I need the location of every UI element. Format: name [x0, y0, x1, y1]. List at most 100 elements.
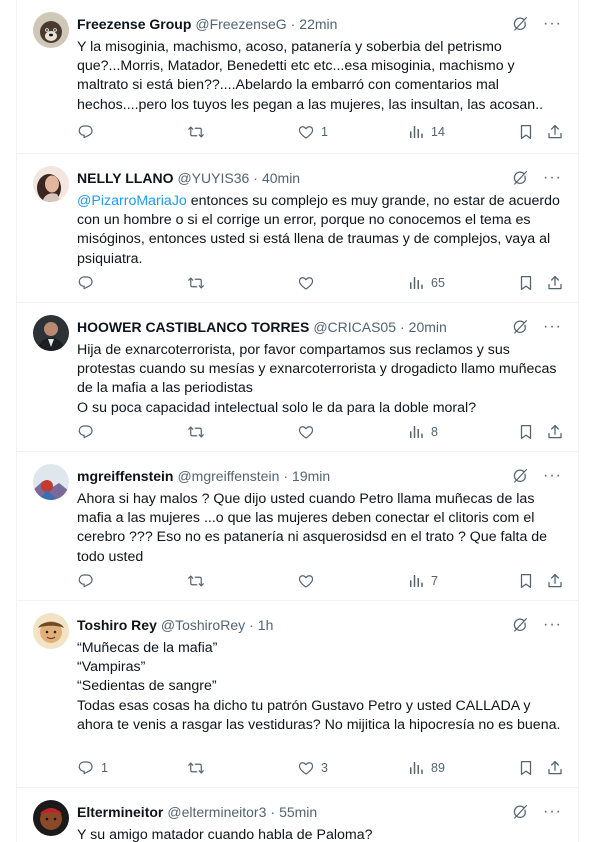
author-name[interactable]: Freezense Group [77, 16, 191, 32]
like-button[interactable]: 3 [297, 758, 328, 778]
reply-icon [78, 276, 93, 290]
tweet[interactable]: HOOWER CASTIBLANCO TORRES @CRICAS05 · 20… [17, 303, 578, 452]
author-handle[interactable]: @mgreiffenstein [177, 468, 279, 484]
grok-icon[interactable] [511, 15, 529, 33]
views-button[interactable]: 8 [407, 422, 438, 442]
retweet-button[interactable] [187, 122, 211, 142]
bookmark-icon [520, 275, 532, 291]
more-icon[interactable]: ··· [543, 319, 562, 335]
author-handle[interactable]: @CRICAS05 [313, 319, 396, 335]
bookmark-button[interactable] [517, 122, 535, 142]
more-icon[interactable]: ··· [543, 804, 562, 820]
separator: · [400, 319, 405, 335]
avatar[interactable] [33, 12, 69, 48]
share-button[interactable] [546, 122, 564, 142]
like-button[interactable]: 1 [297, 122, 328, 142]
bookmark-button[interactable] [517, 273, 535, 293]
timestamp[interactable]: 19min [292, 468, 330, 484]
author-name[interactable]: mgreiffenstein [77, 468, 173, 484]
reply-button[interactable] [77, 422, 101, 442]
reply-feed: Freezense Group @FreezenseG · 22min ··· … [16, 0, 579, 842]
grok-icon[interactable] [511, 803, 529, 821]
tweet[interactable]: Toshiro Rey @ToshiroRey · 1h ··· “Muñeca… [17, 601, 578, 788]
avatar[interactable] [33, 166, 69, 202]
tweet[interactable]: mgreiffenstein @mgreiffenstein · 19min ·… [17, 452, 578, 601]
bookmark-button[interactable] [517, 422, 535, 442]
views-icon [410, 277, 423, 289]
heart-icon [298, 426, 314, 439]
views-icon [410, 575, 423, 587]
timestamp[interactable]: 22min [299, 16, 337, 32]
like-button[interactable] [297, 273, 321, 293]
timestamp[interactable]: 1h [258, 617, 274, 633]
view-count: 65 [431, 276, 445, 290]
bookmark-button[interactable] [517, 758, 535, 778]
separator: · [249, 617, 254, 633]
retweet-button[interactable] [187, 422, 211, 442]
share-button[interactable] [546, 571, 564, 591]
tweet-header: HOOWER CASTIBLANCO TORRES @CRICAS05 · 20… [77, 317, 568, 337]
share-button[interactable] [546, 422, 564, 442]
author-handle[interactable]: @YUYIS36 [177, 170, 249, 186]
tweet[interactable]: Freezense Group @FreezenseG · 22min ··· … [17, 0, 578, 154]
more-icon[interactable]: ··· [543, 617, 562, 633]
timestamp[interactable]: 40min [262, 170, 300, 186]
share-button[interactable] [546, 758, 564, 778]
tweet-body: Y su amigo matador cuando habla de Palom… [77, 827, 373, 842]
views-button[interactable]: 65 [407, 273, 445, 293]
tweet-text: Y su amigo matador cuando habla de Palom… [77, 826, 567, 842]
tweet-actions: 8 [77, 422, 572, 442]
tweet-actions: 65 [77, 273, 572, 293]
share-icon [548, 573, 562, 588]
grok-icon[interactable] [511, 467, 529, 485]
more-icon[interactable]: ··· [543, 170, 562, 186]
avatar[interactable] [33, 464, 69, 500]
reply-button[interactable] [77, 571, 101, 591]
author-name[interactable]: HOOWER CASTIBLANCO TORRES [77, 319, 309, 335]
reply-button[interactable] [77, 122, 101, 142]
timestamp[interactable]: 55min [279, 804, 317, 820]
like-count: 1 [321, 125, 328, 139]
author-name[interactable]: NELLY LLANO [77, 170, 173, 186]
avatar[interactable] [33, 613, 69, 649]
views-button[interactable]: 89 [407, 758, 445, 778]
reply-button[interactable] [77, 273, 101, 293]
retweet-button[interactable] [187, 273, 211, 293]
mention-link[interactable]: @PizarroMariaJo [77, 193, 187, 209]
tweet-header: Toshiro Rey @ToshiroRey · 1h ··· [77, 615, 568, 635]
more-icon[interactable]: ··· [543, 16, 562, 32]
bookmark-button[interactable] [517, 571, 535, 591]
reply-icon [78, 125, 93, 139]
timestamp[interactable]: 20min [409, 319, 447, 335]
reply-button[interactable]: 1 [77, 758, 108, 778]
views-button[interactable]: 14 [407, 122, 445, 142]
avatar[interactable] [33, 315, 69, 351]
tweet-header: NELLY LLANO @YUYIS36 · 40min ··· [77, 168, 568, 188]
tweet-text: Ahora si hay malos ? Que dijo usted cuan… [77, 490, 567, 567]
author-handle[interactable]: @ToshiroRey [161, 617, 245, 633]
tweet[interactable]: NELLY LLANO @YUYIS36 · 40min ··· @Pizarr… [17, 154, 578, 303]
retweet-button[interactable] [187, 571, 211, 591]
tweet-body: Ahora si hay malos ? Que dijo usted cuan… [77, 491, 548, 565]
retweet-button[interactable] [187, 758, 211, 778]
grok-icon[interactable] [511, 169, 529, 187]
author-handle[interactable]: @FreezenseG [195, 16, 286, 32]
author-name[interactable]: Eltermineitor [77, 804, 163, 820]
heart-icon [298, 762, 314, 775]
avatar[interactable] [33, 800, 69, 836]
author-handle[interactable]: @eltermineitor3 [167, 804, 266, 820]
views-button[interactable]: 7 [407, 571, 438, 591]
like-button[interactable] [297, 571, 321, 591]
share-button[interactable] [546, 273, 564, 293]
grok-icon[interactable] [511, 318, 529, 336]
share-icon [548, 275, 562, 290]
reply-icon [78, 574, 93, 588]
more-icon[interactable]: ··· [543, 468, 562, 484]
grok-icon[interactable] [511, 616, 529, 634]
author-name[interactable]: Toshiro Rey [77, 617, 157, 633]
like-button[interactable] [297, 422, 321, 442]
heart-icon [298, 277, 314, 290]
tweet[interactable]: Eltermineitor @eltermineitor3 · 55min ··… [17, 788, 578, 842]
reply-count: 1 [101, 761, 108, 775]
retweet-icon [188, 277, 204, 289]
